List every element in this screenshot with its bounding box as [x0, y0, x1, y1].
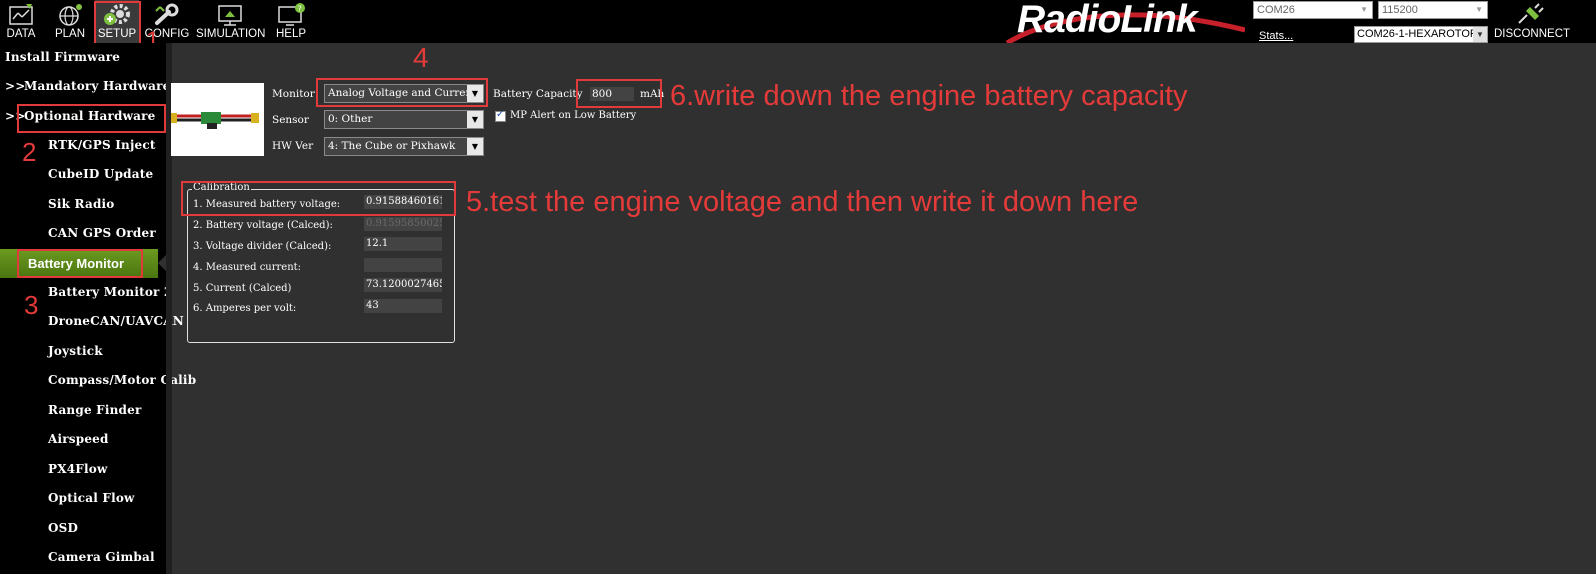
svg-text:?: ?	[298, 5, 302, 14]
sidebar-item-mandatory-hardware[interactable]: Mandatory Hardware	[24, 79, 170, 93]
simulation-icon	[218, 5, 242, 26]
chevron-down-icon: ▼	[1360, 5, 1368, 14]
annotation-5: 5.test the engine voltage and then write…	[466, 186, 1139, 218]
annotation-box-voltage	[181, 181, 456, 216]
plug-icon	[1518, 3, 1544, 24]
calib-row-4-label: 4. Measured current:	[193, 262, 302, 273]
toolbar-simulation-button[interactable]: SIMULATION	[196, 0, 266, 43]
toolbar-plan-label: PLAN	[54, 28, 86, 40]
annotation-6: 6.write down the engine battery capacity	[670, 80, 1188, 112]
low-battery-alert-checkbox[interactable]: ✓	[495, 109, 506, 122]
toolbar-plan-button[interactable]: PLAN	[47, 0, 93, 43]
sidebar-item-install-firmware[interactable]: Install Firmware	[5, 50, 120, 64]
annotation-4: 4	[413, 42, 429, 73]
hwver-label: HW Ver	[272, 140, 314, 152]
check-icon: ✓	[496, 109, 505, 120]
annotation-box-monitor	[316, 78, 488, 107]
connection-select[interactable]: COM26-1-HEXAROTOF ▼	[1354, 26, 1488, 43]
wrench-icon	[155, 3, 179, 25]
selection-pointer	[158, 255, 166, 271]
chevron-down-icon: ▼	[467, 138, 483, 155]
stats-link[interactable]: Stats...	[1259, 30, 1293, 42]
disconnect-label: DISCONNECT	[1494, 28, 1571, 40]
chevron-down-icon: ▼	[1475, 5, 1483, 14]
voltage-divider-input[interactable]: 12.1	[364, 237, 442, 251]
radiolink-logo: RadioLink	[1005, 0, 1246, 46]
sidebar-item-sik-radio[interactable]: Sik Radio	[48, 197, 115, 211]
toolbar-data-button[interactable]: DATA	[0, 0, 42, 43]
sidebar-expander-mandatory[interactable]: >>	[5, 79, 26, 93]
sensor-label: Sensor	[272, 114, 309, 126]
data-icon	[9, 4, 33, 25]
baud-rate-select[interactable]: 115200 ▼	[1378, 1, 1488, 19]
sidebar-item-rtk-gps[interactable]: RTK/GPS Inject	[48, 138, 156, 152]
calib-row-3-label: 3. Voltage divider (Calced):	[193, 241, 332, 252]
sidebar-item-dronecan[interactable]: DroneCAN/UAVCAN	[48, 314, 184, 328]
sidebar-item-battery-monitor-2[interactable]: Battery Monitor 2	[48, 285, 172, 299]
calib-row-5-label: 5. Current (Calced)	[193, 283, 292, 294]
low-battery-alert-label: MP Alert on Low Battery	[510, 110, 637, 121]
current-calced-field: 73.1200027465	[364, 278, 442, 292]
help-icon: ?	[278, 3, 305, 26]
connection-value: COM26-1-HEXAROTOF	[1357, 28, 1477, 40]
sidebar-item-range-finder[interactable]: Range Finder	[48, 403, 142, 417]
sensor-select[interactable]: 0: Other ▼	[324, 110, 484, 129]
capacity-label: Battery Capacity	[493, 88, 583, 100]
logo-text: RadioLink	[1017, 0, 1198, 41]
monitor-label: Monitor	[272, 88, 315, 100]
annotation-box-capacity	[576, 79, 662, 108]
hwver-select[interactable]: 4: The Cube or Pixhawk ▼	[324, 137, 484, 156]
battery-voltage-calced-field: 0.915958500250	[364, 217, 442, 231]
sensor-select-value: 0: Other	[328, 113, 373, 125]
sidebar-item-joystick[interactable]: Joystick	[48, 344, 103, 358]
calib-row-6-label: 6. Amperes per volt:	[193, 303, 297, 314]
sidebar-item-compass-motor[interactable]: Compass/Motor Calib	[48, 373, 196, 387]
globe-icon	[59, 4, 82, 26]
top-toolbar: DATA PLAN SETUP CONFIG SIMULATION ? HELP…	[0, 0, 1596, 46]
toolbar-help-label: HELP	[275, 28, 307, 40]
sidebar-item-can-gps[interactable]: CAN GPS Order	[48, 226, 156, 240]
chevron-down-icon: ▼	[467, 111, 483, 128]
com-port-select[interactable]: COM26 ▼	[1253, 1, 1373, 19]
hwver-select-value: 4: The Cube or Pixhawk	[328, 140, 456, 152]
annotation-box-optional	[17, 104, 166, 133]
disconnect-button[interactable]: DISCONNECT	[1494, 0, 1571, 43]
sidebar-item-airspeed[interactable]: Airspeed	[48, 432, 109, 446]
annotation-2: 2	[22, 137, 37, 167]
toolbar-data-label: DATA	[6, 28, 36, 40]
sidebar-item-cubeid[interactable]: CubeID Update	[48, 167, 153, 181]
annotation-box-battery-monitor	[17, 249, 143, 278]
toolbar-simulation-label: SIMULATION	[196, 28, 266, 40]
sidebar-item-camera-gimbal[interactable]: Camera Gimbal	[48, 550, 155, 564]
battery-module-image	[171, 83, 264, 156]
sidebar-item-optical-flow[interactable]: Optical Flow	[48, 491, 135, 505]
annotation-box-setup	[94, 1, 141, 45]
toolbar-help-button[interactable]: ? HELP	[270, 0, 312, 43]
calib-row-2-label: 2. Battery voltage (Calced):	[193, 220, 333, 231]
baud-rate-value: 115200	[1382, 4, 1418, 16]
sidebar-item-px4flow[interactable]: PX4Flow	[48, 462, 108, 476]
annotation-3: 3	[24, 290, 39, 320]
measured-current-input[interactable]	[364, 258, 442, 272]
com-port-value: COM26	[1257, 4, 1295, 16]
amperes-per-volt-input[interactable]: 43	[364, 299, 442, 313]
chevron-down-icon: ▼	[1473, 27, 1487, 42]
sidebar-item-osd[interactable]: OSD	[48, 521, 78, 535]
